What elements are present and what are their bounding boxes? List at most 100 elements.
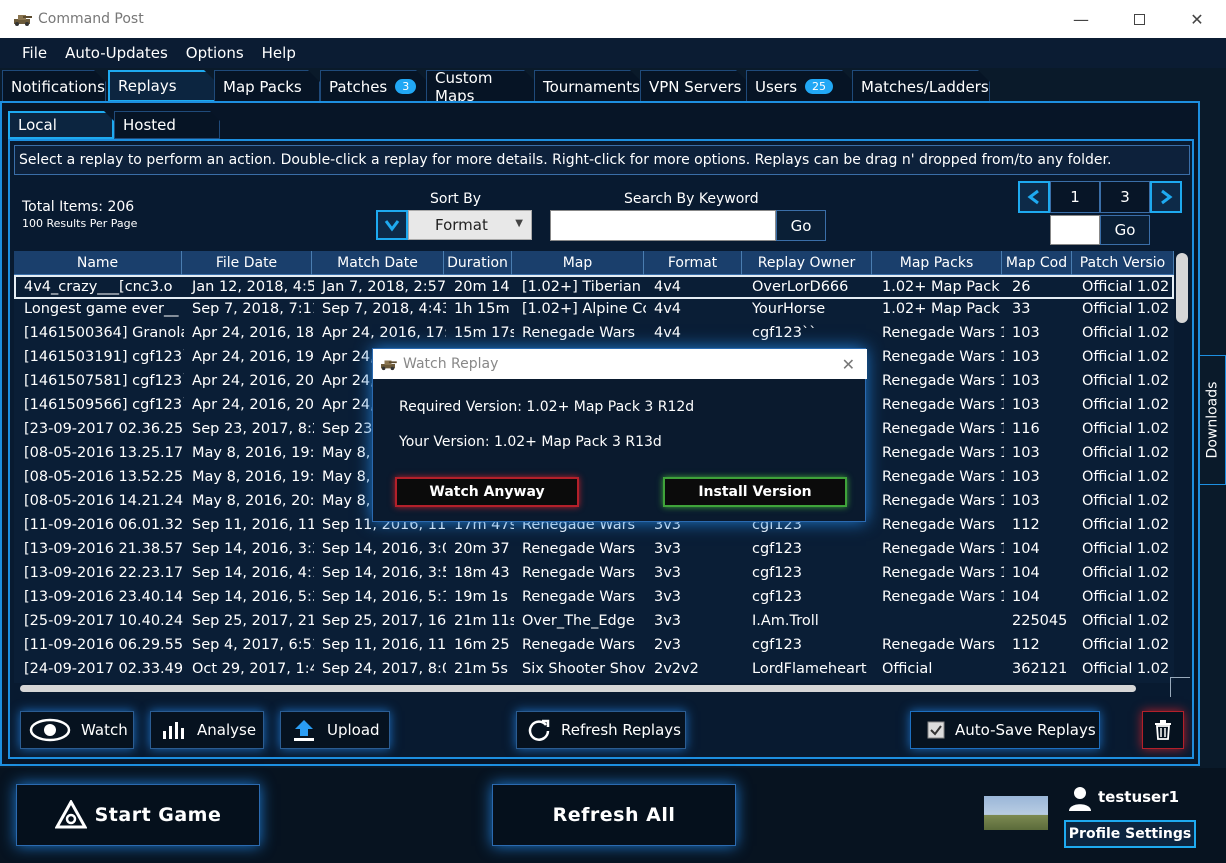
column-header[interactable]: File Date bbox=[182, 251, 312, 275]
maximize-button[interactable] bbox=[1116, 0, 1162, 38]
tab-tournaments[interactable]: Tournaments bbox=[534, 70, 642, 102]
table-cell: 3v3 bbox=[654, 541, 682, 557]
tab-replays[interactable]: Replays bbox=[108, 70, 216, 102]
table-cell: Sep 14, 2016, 3:0 bbox=[322, 541, 446, 557]
chart-icon bbox=[163, 722, 184, 739]
analyse-label: Analyse bbox=[197, 721, 257, 739]
table-cell: I.Am.Troll bbox=[752, 613, 819, 629]
table-cell: Sep 4, 2017, 6:51: bbox=[192, 637, 314, 653]
tab-vpn-servers[interactable]: VPN Servers bbox=[640, 70, 748, 102]
table-cell: Renegade Wars 1 bbox=[882, 397, 1004, 413]
tab-matches-ladders[interactable]: Matches/Ladders bbox=[852, 70, 990, 102]
start-game-button[interactable]: Start Game bbox=[16, 784, 260, 846]
tab-users[interactable]: Users 25 bbox=[746, 70, 854, 102]
column-header[interactable]: Replay Owner bbox=[742, 251, 872, 275]
upload-button[interactable]: Upload bbox=[280, 711, 390, 749]
next-page-button[interactable] bbox=[1150, 181, 1182, 213]
sort-select[interactable]: Format ▼ bbox=[408, 210, 532, 240]
auto-save-replays-toggle[interactable]: Auto-Save Replays bbox=[910, 711, 1100, 749]
column-header[interactable]: Match Date bbox=[312, 251, 444, 275]
table-cell: 3v3 bbox=[654, 589, 682, 605]
tab-notifications[interactable]: Notifications bbox=[2, 70, 106, 102]
table-row[interactable]: [13-09-2016 23.40.14 Sep 14, 2016, 5:3 Sep… bbox=[14, 587, 1174, 611]
search-go-button[interactable]: Go bbox=[776, 210, 826, 241]
column-header[interactable]: Map bbox=[512, 251, 644, 275]
refresh-replays-button[interactable]: Refresh Replays bbox=[516, 711, 686, 749]
horizontal-scrollbar[interactable] bbox=[20, 685, 1136, 692]
table-cell: Renegade Wars bbox=[882, 637, 996, 653]
table-cell: 16m 25 bbox=[454, 637, 510, 653]
table-row[interactable]: [13-09-2016 21.38.57 Sep 14, 2016, 3:3 Sep… bbox=[14, 539, 1174, 563]
table-cell: 1.02+ Map Pack 3 bbox=[882, 301, 1004, 317]
table-row[interactable]: [25-09-2017 10.40.24 Sep 25, 2017, 21:3 Se… bbox=[14, 611, 1174, 635]
table-row[interactable]: 4v4_crazy___[cnc3.o Jan 12, 2018, 4:5 Jan … bbox=[14, 275, 1174, 299]
search-input[interactable] bbox=[550, 210, 776, 241]
table-cell: Six Shooter Shov bbox=[522, 661, 646, 677]
watch-anyway-button[interactable]: Watch Anyway bbox=[395, 477, 579, 507]
column-header[interactable]: Duration bbox=[444, 251, 512, 275]
minimize-button[interactable]: — bbox=[1058, 0, 1104, 38]
vertical-scrollbar[interactable] bbox=[1176, 253, 1188, 323]
checkbox-checked-icon[interactable] bbox=[927, 721, 945, 739]
tab-patches[interactable]: Patches 3 bbox=[320, 70, 428, 102]
table-cell: cgf123 bbox=[752, 565, 802, 581]
sort-direction-button[interactable] bbox=[376, 210, 408, 240]
table-cell: [1461503191] cgf123`` bbox=[24, 349, 184, 365]
table-cell: Official 1.02 bbox=[1082, 445, 1170, 461]
tab-label: Patches bbox=[329, 77, 388, 96]
table-cell: [08-05-2016 14.21.24 bbox=[24, 493, 184, 509]
users-count-badge: 25 bbox=[805, 79, 833, 94]
table-cell: [13-09-2016 21.38.57 bbox=[24, 541, 184, 557]
page-go-button[interactable]: Go bbox=[1100, 215, 1150, 245]
table-cell: 1.02+ Map Pack 3 bbox=[882, 279, 1004, 295]
tab-label: VPN Servers bbox=[649, 77, 742, 96]
table-cell: 2v2v2 bbox=[654, 661, 699, 677]
table-row[interactable]: [13-09-2016 22.23.17] Sep 14, 2016, 4:1 Se… bbox=[14, 563, 1174, 587]
watch-button[interactable]: Watch bbox=[20, 711, 134, 749]
refresh-all-button[interactable]: Refresh All bbox=[492, 784, 736, 846]
menu-help[interactable]: Help bbox=[262, 44, 296, 62]
table-cell: Sep 25, 2017, 16: bbox=[322, 613, 446, 629]
close-dialog-button[interactable]: ✕ bbox=[842, 355, 855, 374]
table-row[interactable]: [11-09-2016 06.29.55] Sep 4, 2017, 6:51: S… bbox=[14, 635, 1174, 659]
table-cell: Official 1.02 bbox=[1082, 493, 1170, 509]
delete-replay-button[interactable] bbox=[1142, 711, 1184, 749]
table-cell: Renegade Wars bbox=[522, 565, 636, 581]
tab-label: Map Packs bbox=[223, 77, 302, 96]
column-header[interactable]: Patch Versio bbox=[1072, 251, 1174, 275]
column-header[interactable]: Name bbox=[14, 251, 182, 275]
table-cell: 3v3 bbox=[654, 565, 682, 581]
install-version-button[interactable]: Install Version bbox=[663, 477, 847, 507]
eye-icon bbox=[29, 718, 71, 742]
refresh-replays-label: Refresh Replays bbox=[561, 721, 681, 739]
table-cell: 4v4 bbox=[654, 301, 682, 317]
profile-settings-button[interactable]: Profile Settings bbox=[1064, 820, 1196, 848]
table-cell: 1h 15m bbox=[454, 301, 510, 317]
tab-label: Tournaments bbox=[543, 77, 640, 96]
page-number-input[interactable] bbox=[1050, 215, 1100, 245]
downloads-side-tab[interactable]: Downloads bbox=[1200, 355, 1226, 485]
menu-file[interactable]: File bbox=[22, 44, 47, 62]
column-header[interactable]: Map Packs bbox=[872, 251, 1002, 275]
table-cell: 112 bbox=[1012, 517, 1040, 533]
tab-custom-maps[interactable]: Custom Maps bbox=[426, 70, 536, 102]
column-header[interactable]: Map Cod bbox=[1002, 251, 1072, 275]
table-cell: May 8, 2016, 19:4 bbox=[192, 469, 314, 485]
menu-options[interactable]: Options bbox=[186, 44, 244, 62]
subtab-hosted[interactable]: Hosted bbox=[114, 111, 220, 139]
table-cell: Longest game ever__ bbox=[24, 301, 179, 317]
column-header[interactable]: Format bbox=[644, 251, 742, 275]
refresh-all-label: Refresh All bbox=[552, 804, 676, 826]
table-header: Name File Date Match Date Duration Map Format… bbox=[14, 251, 1174, 275]
subtab-local[interactable]: Local bbox=[8, 111, 114, 139]
table-row[interactable]: [1461500364] Granola Apr 24, 2016, 18: Apr… bbox=[14, 323, 1174, 347]
close-window-button[interactable]: ✕ bbox=[1174, 0, 1220, 38]
table-cell: Sep 11, 2016, 11:5 bbox=[322, 637, 446, 653]
prev-page-button[interactable] bbox=[1018, 181, 1050, 213]
menu-auto-updates[interactable]: Auto-Updates bbox=[65, 44, 168, 62]
table-cell: 20m 14 bbox=[454, 279, 510, 295]
analyse-button[interactable]: Analyse bbox=[150, 711, 264, 749]
tab-map-packs[interactable]: Map Packs bbox=[214, 70, 320, 102]
table-row[interactable]: Longest game ever__ Sep 7, 2018, 7:11: Sep… bbox=[14, 299, 1174, 323]
table-row[interactable]: [24-09-2017 02.33.49 Oct 29, 2017, 1:40 Se… bbox=[14, 659, 1174, 683]
